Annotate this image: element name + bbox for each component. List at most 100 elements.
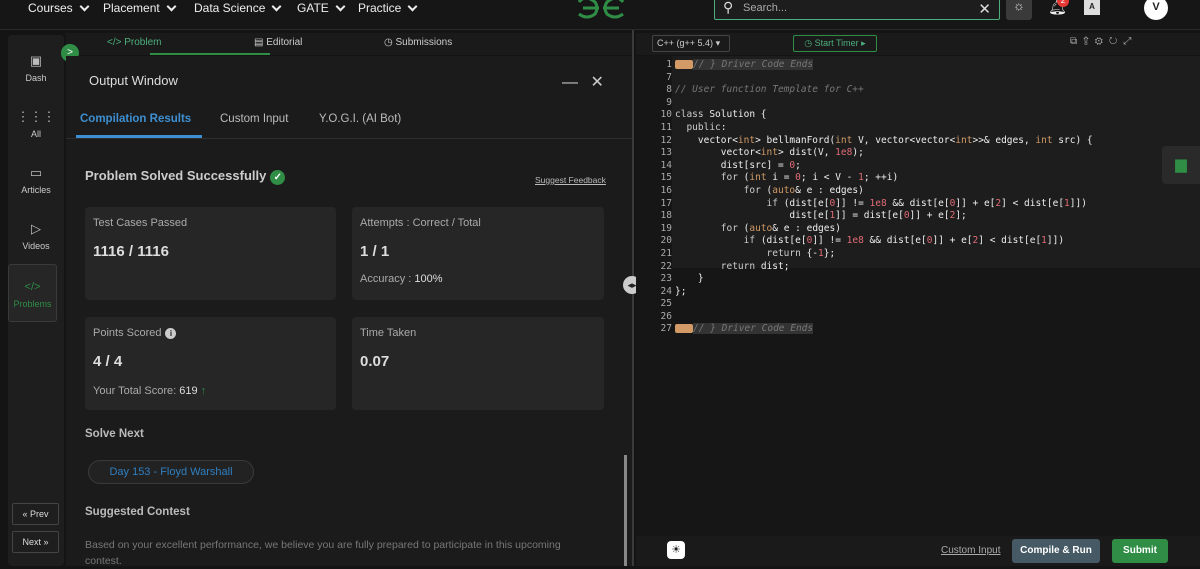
output-tabs: Compilation Results Custom Input Y.O.G.I… <box>66 101 632 139</box>
card-value: 4 / 4 <box>93 353 123 370</box>
settings-icon[interactable]: ⚙ <box>1095 36 1109 47</box>
code-content[interactable]: // } Driver Code Ends // User function T… <box>675 56 1093 336</box>
nav-label: Data Science <box>194 1 266 15</box>
line-number: 11 <box>660 121 672 133</box>
nav-gate[interactable]: GATE <box>297 0 346 16</box>
close-icon[interactable]: ✕ <box>978 0 991 18</box>
fold-icon[interactable] <box>675 60 693 69</box>
line-number: 10 <box>660 109 672 121</box>
theme-toggle-icon[interactable]: ☼ <box>1006 0 1032 20</box>
accuracy-value: 100% <box>414 273 443 285</box>
solve-next-chip[interactable]: Day 153 - Floyd Warshall <box>88 460 254 484</box>
fullscreen-icon[interactable]: ⤢ <box>1123 36 1137 47</box>
total-value: 619 <box>179 385 198 397</box>
editor-footer: ☀ Custom Input Compile & Run Submit <box>636 536 1200 566</box>
nav-label: Courses <box>28 1 73 15</box>
lightbulb-icon[interactable]: ☀ <box>667 541 685 559</box>
close-icon[interactable]: ✕ <box>590 74 603 91</box>
active-tab-indicator <box>76 135 202 138</box>
avatar[interactable]: V <box>1144 0 1168 20</box>
chevron-down-icon <box>271 1 282 11</box>
sidebar-item-dash[interactable]: ▣ Dash <box>8 53 64 83</box>
suggested-contest-text: Based on your excellent performance, we … <box>85 539 561 567</box>
chevron-down-icon <box>166 1 177 11</box>
arrow-up-icon: ↑ <box>200 385 207 397</box>
code-editor[interactable]: 1 7 8 9 10 11 12 13 14 15 16 17 18 19 20 21 22 23 24 25 26 27… <box>636 56 1200 536</box>
search-input[interactable]: ⚲ Search... ✕ <box>714 0 1000 20</box>
card-value: 1116 / 1116 <box>93 243 169 260</box>
nav-label: Practice <box>358 1 402 15</box>
tab-yogi-bot[interactable]: Y.O.G.I. (AI Bot) <box>319 113 401 125</box>
line-number: 23 <box>660 273 672 285</box>
play-icon: ▸ <box>861 38 866 48</box>
copy-icon[interactable]: ⧉ <box>1070 36 1083 47</box>
book-icon: ▭ <box>29 165 43 180</box>
sidebar-item-problems[interactable]: </> Problems <box>8 264 57 322</box>
tab-custom-input[interactable]: Custom Input <box>220 113 288 125</box>
nav-data-science[interactable]: Data Science <box>194 0 282 16</box>
tab-problem[interactable]: </> Problem <box>107 37 161 48</box>
line-number: 13 <box>660 147 672 159</box>
tab-label: Editorial <box>266 37 303 48</box>
line-number: 1 <box>666 59 672 70</box>
card-label: Time Taken <box>360 327 417 339</box>
tab-label: Submissions <box>395 37 453 48</box>
card-value: 0.07 <box>360 353 390 370</box>
tab-editorial[interactable]: ▤ Editorial <box>254 37 302 48</box>
sidebar-item-all[interactable]: ⋮⋮⋮ All <box>8 109 64 139</box>
nav-label: GATE <box>297 1 329 15</box>
prev-button[interactable]: « Prev <box>12 503 59 525</box>
accuracy: Accuracy : 100% <box>360 273 443 285</box>
line-number: 19 <box>660 222 672 234</box>
line-number: 16 <box>660 184 672 196</box>
notification-badge: 2 <box>1057 0 1069 7</box>
line-number: 21 <box>660 247 672 259</box>
active-tab-indicator <box>150 53 270 55</box>
sidebar-item-label: Videos <box>22 241 50 251</box>
attempts-card: Attempts : Correct / Total 1 / 1 Accurac… <box>352 207 604 300</box>
panel-divider[interactable] <box>632 30 634 566</box>
custom-input-link[interactable]: Custom Input <box>941 545 1000 556</box>
chat-icon[interactable]: ▆ <box>1162 146 1200 184</box>
line-number: 22 <box>660 260 672 272</box>
check-circle-icon: ✓ <box>270 170 286 185</box>
status-text: Problem Solved Successfully <box>85 168 267 183</box>
search-icon: ⚲ <box>723 0 734 15</box>
output-window: Output Window — ✕ Compilation Results Cu… <box>66 56 632 567</box>
line-number: 20 <box>660 235 672 247</box>
language-icon[interactable]: A <box>1084 0 1100 15</box>
output-window-title: Output Window <box>89 73 178 88</box>
search-placeholder: Search... <box>743 2 788 14</box>
tab-compilation-results[interactable]: Compilation Results <box>80 113 191 125</box>
compile-run-button[interactable]: Compile & Run <box>1012 539 1100 563</box>
card-label: Points Scored i <box>93 327 177 339</box>
points-label: Points Scored <box>93 327 162 339</box>
chevron-down-icon: ▾ <box>715 38 721 48</box>
submit-button[interactable]: Submit <box>1112 539 1168 563</box>
test-cases-card: Test Cases Passed 1116 / 1116 <box>85 207 336 300</box>
start-timer-button[interactable]: ◷ Start Timer ▸ <box>793 35 877 52</box>
bell-icon[interactable]: 🔔︎ 2 <box>1048 0 1069 16</box>
line-number: 12 <box>660 134 672 146</box>
language-select[interactable]: C++ (g++ 5.4) ▾ <box>652 35 730 52</box>
tab-submissions[interactable]: ◷ Submissions <box>384 37 452 48</box>
line-number: 9 <box>666 96 672 108</box>
nav-label: Placement <box>103 1 160 15</box>
next-button[interactable]: Next » <box>12 531 59 553</box>
nav-placement[interactable]: Placement <box>103 0 177 16</box>
nav-courses[interactable]: Courses <box>28 0 90 16</box>
fold-icon[interactable] <box>675 324 693 334</box>
nav-practice[interactable]: Practice <box>358 0 418 16</box>
gfg-logo-icon[interactable] <box>575 0 627 20</box>
sidebar-item-videos[interactable]: ▷ Videos <box>8 221 64 251</box>
minimize-icon[interactable]: — <box>562 74 578 91</box>
sidebar-item-label: Dash <box>25 73 47 83</box>
scrollbar[interactable] <box>624 455 627 566</box>
upload-icon[interactable]: ⇪ <box>1083 36 1095 47</box>
line-gutter: 1 7 8 9 10 11 12 13 14 15 16 17 18 19 20 21 22 23 24 25 26 27 <box>636 56 672 336</box>
chevron-down-icon <box>335 1 346 11</box>
reset-icon[interactable]: ↻ <box>1109 36 1123 47</box>
suggest-feedback-link[interactable]: Suggest Feedback <box>535 175 606 185</box>
sidebar-item-articles[interactable]: ▭ Articles <box>8 165 64 195</box>
info-icon[interactable]: i <box>165 328 177 339</box>
